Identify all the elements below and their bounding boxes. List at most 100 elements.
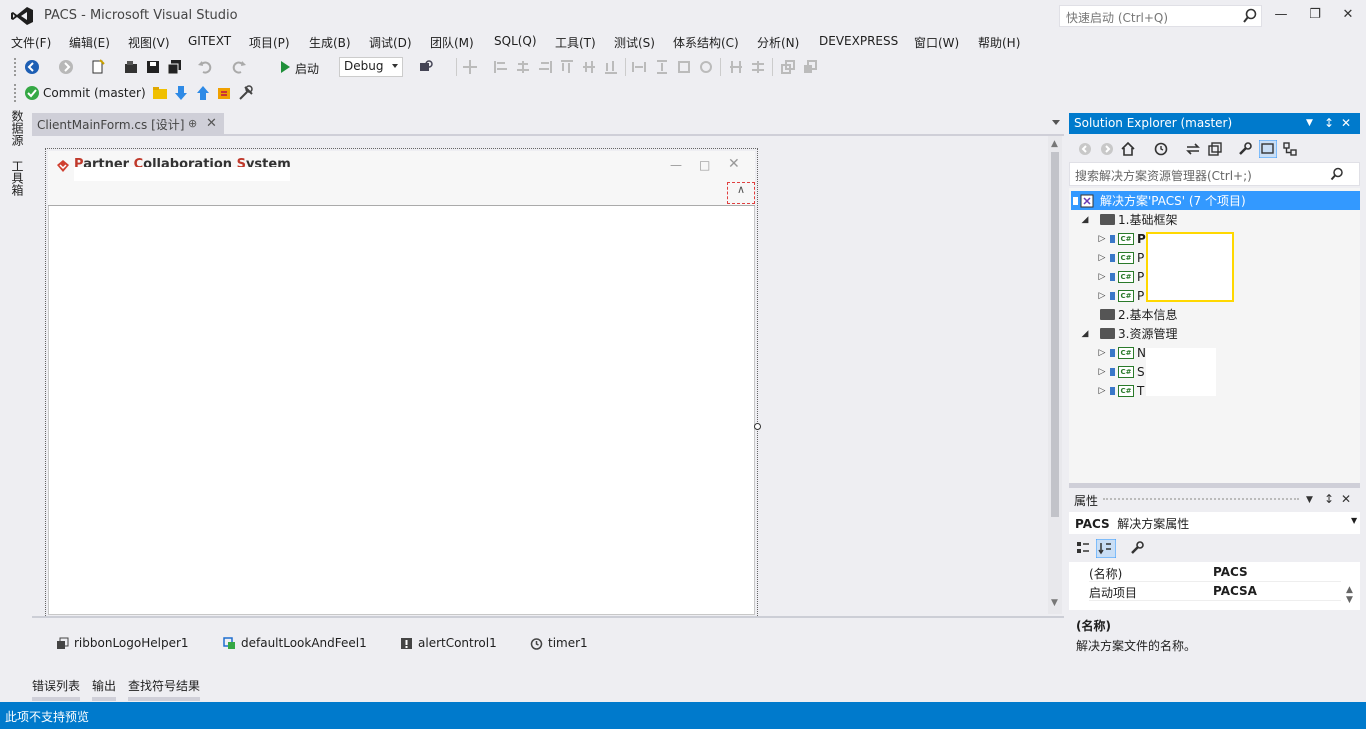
collapsed-triangle-icon[interactable]: ▷: [1097, 348, 1107, 358]
menu-team[interactable]: 团队(M): [430, 34, 474, 51]
solution-explorer-title[interactable]: Solution Explorer (master): [1069, 113, 1360, 134]
home-icon[interactable]: [1120, 141, 1136, 157]
forward-icon[interactable]: [1099, 141, 1115, 157]
chevron-down-icon[interactable]: ▼: [1306, 118, 1313, 128]
menu-tools[interactable]: 工具(T): [555, 34, 596, 51]
toolbar-grip[interactable]: [14, 58, 18, 76]
tree-folder-framework[interactable]: ◢ 1.基础框架: [1080, 210, 1178, 229]
align-bottoms-icon[interactable]: [603, 59, 619, 75]
make-same-height-icon[interactable]: [654, 59, 670, 75]
redo-icon[interactable]: [231, 59, 247, 75]
toolbox-tab[interactable]: 工具箱: [9, 160, 26, 196]
sync-icon[interactable]: [1185, 141, 1201, 157]
push-arrow-icon[interactable]: [195, 85, 211, 101]
tree-folder-basic-info[interactable]: 2.基本信息: [1080, 305, 1177, 324]
stash-icon[interactable]: [216, 85, 232, 101]
categorized-icon[interactable]: [1075, 540, 1091, 556]
undo-icon[interactable]: [197, 59, 213, 75]
class-view-icon[interactable]: [1282, 141, 1298, 157]
chevron-down-icon[interactable]: ▼: [1351, 516, 1357, 525]
tree-project-node[interactable]: ▷ C# N: [1097, 343, 1146, 362]
menu-file[interactable]: 文件(F): [11, 34, 51, 51]
commit-check-icon[interactable]: [24, 85, 40, 101]
close-button[interactable]: ✕: [1338, 5, 1358, 25]
tree-solution-node[interactable]: 解决方案'PACS' (7 个项目): [1071, 191, 1360, 210]
align-middles-icon[interactable]: [581, 59, 597, 75]
settings-tools-icon[interactable]: [238, 85, 254, 101]
back-icon[interactable]: [1077, 141, 1093, 157]
designed-form[interactable]: [48, 151, 755, 615]
forward-icon[interactable]: [58, 59, 74, 75]
align-to-grid-icon[interactable]: [462, 59, 478, 75]
menu-gitext[interactable]: GITEXT: [188, 34, 231, 48]
close-icon[interactable]: ✕: [1341, 116, 1351, 130]
close-icon[interactable]: ✕: [206, 116, 217, 131]
toolbar-grip[interactable]: [14, 84, 18, 102]
history-icon[interactable]: [1153, 141, 1169, 157]
align-tops-icon[interactable]: [559, 59, 575, 75]
menu-help[interactable]: 帮助(H): [978, 34, 1020, 51]
alphabetical-icon[interactable]: [1096, 539, 1116, 558]
pin-icon[interactable]: ↕: [1324, 492, 1334, 506]
search-icon[interactable]: [1330, 167, 1344, 181]
tray-item-ribbon-logo-helper[interactable]: ribbonLogoHelper1: [56, 636, 189, 650]
data-sources-tab[interactable]: 数据源: [9, 110, 26, 146]
tray-item-default-look-and-feel[interactable]: defaultLookAndFeel1: [223, 636, 367, 650]
chevron-down-icon[interactable]: ▼: [1306, 495, 1313, 505]
tree-project-node[interactable]: ▷ C# P: [1097, 248, 1145, 267]
new-project-icon[interactable]: [90, 59, 106, 75]
commit-button-label[interactable]: Commit (master): [43, 86, 146, 100]
scrollbar-thumb[interactable]: [1051, 152, 1059, 517]
size-to-grid-icon[interactable]: [698, 59, 714, 75]
ribbon-collapse-button[interactable]: ∧: [727, 182, 755, 204]
error-list-tab[interactable]: 错误列表: [32, 677, 81, 701]
tree-project-node[interactable]: ▷ C# T: [1097, 381, 1145, 400]
collapsed-triangle-icon[interactable]: ▷: [1097, 272, 1107, 282]
send-to-back-icon[interactable]: [802, 59, 818, 75]
align-lefts-icon[interactable]: [493, 59, 509, 75]
make-same-size-icon[interactable]: [676, 59, 692, 75]
menu-window[interactable]: 窗口(W): [914, 34, 959, 51]
close-icon[interactable]: ✕: [1341, 492, 1351, 506]
minimize-button[interactable]: —: [1271, 5, 1291, 25]
start-button-label[interactable]: 启动: [295, 60, 319, 77]
tree-project-node[interactable]: ▷ C# S: [1097, 362, 1145, 381]
tree-project-node[interactable]: ▷ C# P: [1097, 229, 1146, 248]
make-same-width-icon[interactable]: [631, 59, 647, 75]
form-minimize-button[interactable]: —: [670, 158, 682, 172]
folder-icon[interactable]: [152, 85, 168, 101]
menu-analyze[interactable]: 分析(N): [757, 34, 799, 51]
collapsed-triangle-icon[interactable]: ▷: [1097, 234, 1107, 244]
show-all-files-icon[interactable]: [1259, 140, 1277, 158]
save-all-icon[interactable]: [167, 59, 183, 75]
solution-explorer-search-input[interactable]: 搜索解决方案资源管理器(Ctrl+;): [1069, 162, 1360, 186]
align-rights-icon[interactable]: [537, 59, 553, 75]
quick-launch-input[interactable]: 快速启动 (Ctrl+Q): [1059, 5, 1262, 27]
form-close-button[interactable]: ✕: [728, 156, 740, 172]
pin-icon[interactable]: ↕: [1324, 116, 1334, 130]
property-row[interactable]: (名称) PACS: [1089, 563, 1341, 582]
scroll-up-icon[interactable]: ▲: [1051, 139, 1058, 149]
output-tab[interactable]: 输出: [92, 677, 117, 701]
menu-project[interactable]: 项目(P): [249, 34, 290, 51]
menu-edit[interactable]: 编辑(E): [69, 34, 110, 51]
save-icon[interactable]: [145, 59, 161, 75]
maximize-button[interactable]: ❐: [1305, 5, 1325, 25]
tree-project-node[interactable]: ▷ C# P: [1097, 286, 1145, 305]
expanded-triangle-icon[interactable]: ◢: [1080, 215, 1090, 225]
property-row[interactable]: 启动项目 PACSA: [1089, 582, 1341, 601]
properties-object-selector[interactable]: PACS 解决方案属性 ▼: [1069, 512, 1360, 534]
menu-test[interactable]: 测试(S): [614, 34, 655, 51]
start-debug-icon[interactable]: [277, 59, 293, 75]
back-icon[interactable]: [24, 59, 40, 75]
menu-debug[interactable]: 调试(D): [369, 34, 412, 51]
vertical-spacing-icon[interactable]: [750, 59, 766, 75]
expanded-triangle-icon[interactable]: ◢: [1080, 329, 1090, 339]
scroll-down-icon[interactable]: ▼: [1346, 595, 1353, 605]
tree-project-node[interactable]: ▷ C# P: [1097, 267, 1145, 286]
tray-item-timer[interactable]: timer1: [530, 636, 588, 650]
menu-view[interactable]: 视图(V): [128, 34, 170, 51]
menu-build[interactable]: 生成(B): [309, 34, 351, 51]
menu-architecture[interactable]: 体系结构(C): [673, 34, 739, 51]
properties-wrench-icon[interactable]: [1237, 141, 1253, 157]
